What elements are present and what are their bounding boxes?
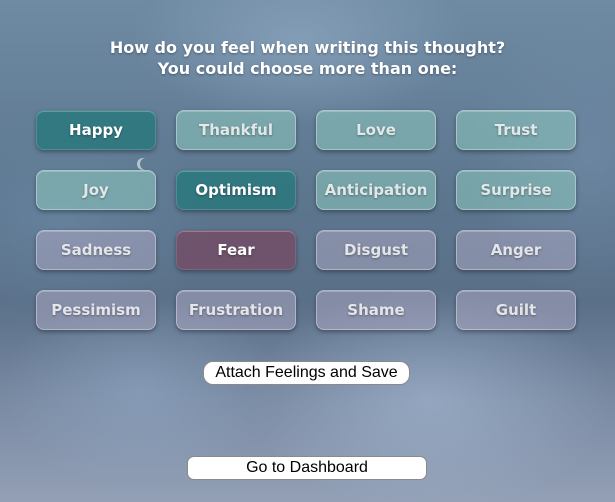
feeling-shame-button[interactable]: Shame [316,290,436,330]
feelings-grid: Happy Thankful Love Trust Joy Optimism A… [36,110,577,330]
feeling-optimism-button[interactable]: Optimism [176,170,296,210]
feeling-fear-button[interactable]: Fear [176,230,296,270]
feeling-anger-button[interactable]: Anger [456,230,576,270]
feeling-guilt-button[interactable]: Guilt [456,290,576,330]
feeling-happy-button[interactable]: Happy [36,110,156,150]
feeling-thankful-button[interactable]: Thankful [176,110,296,150]
feeling-surprise-button[interactable]: Surprise [456,170,576,210]
feelings-prompt: How do you feel when writing this though… [0,37,615,79]
feeling-pessimism-button[interactable]: Pessimism [36,290,156,330]
prompt-line-2: You could choose more than one: [157,59,458,78]
feeling-trust-button[interactable]: Trust [456,110,576,150]
feeling-disgust-button[interactable]: Disgust [316,230,436,270]
attach-feelings-save-button[interactable]: Attach Feelings and Save [203,361,410,385]
feeling-anticipation-button[interactable]: Anticipation [316,170,436,210]
feeling-frustration-button[interactable]: Frustration [176,290,296,330]
feeling-love-button[interactable]: Love [316,110,436,150]
prompt-line-1: How do you feel when writing this though… [109,38,506,57]
go-to-dashboard-button[interactable]: Go to Dashboard [187,456,427,480]
feeling-joy-button[interactable]: Joy [36,170,156,210]
feeling-sadness-button[interactable]: Sadness [36,230,156,270]
